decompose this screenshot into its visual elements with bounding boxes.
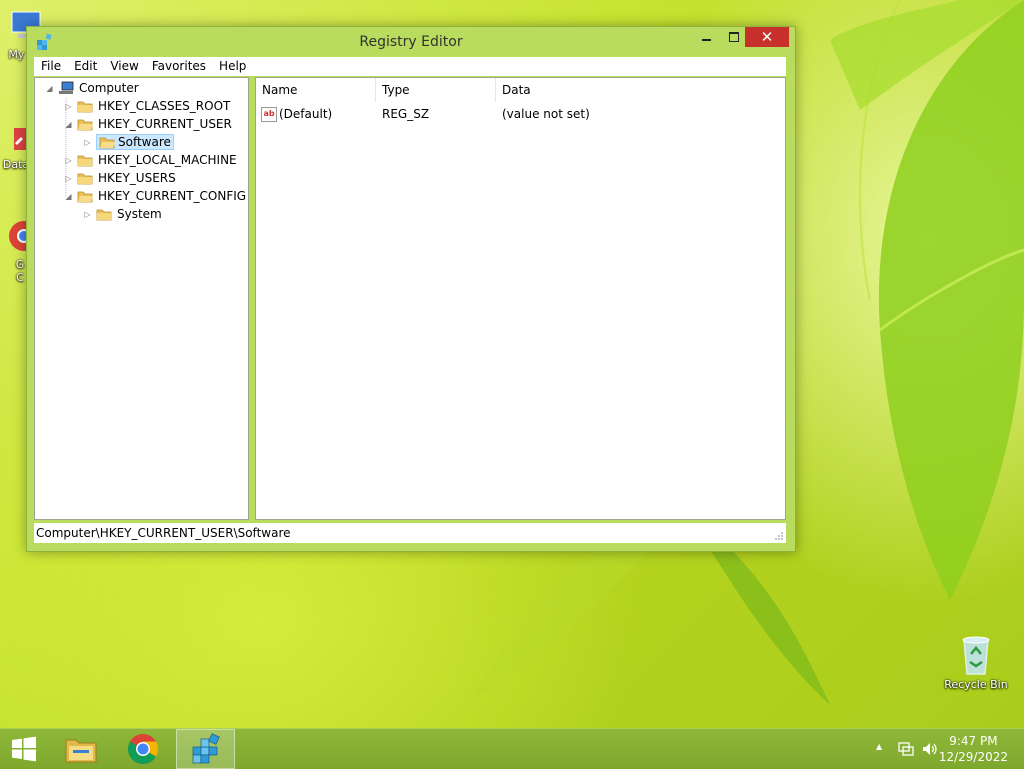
start-button[interactable] (0, 729, 48, 769)
column-header-name[interactable]: Name (256, 78, 376, 102)
value-name: (Default) (279, 107, 333, 121)
file-explorer-icon (65, 739, 97, 763)
taskbar-chrome[interactable] (118, 729, 168, 769)
value-row[interactable]: ab (Default) REG_SZ (value not set) (256, 104, 785, 124)
tree-item-computer[interactable]: ◢ Computer (45, 79, 141, 97)
taskbar: ▲ 9:47 PM 12/29/2022 (0, 728, 1024, 769)
close-button[interactable]: ✕ (745, 27, 789, 47)
recycle-bin-icon (962, 636, 990, 675)
tree-item-hkey-users[interactable]: ▷ HKEY_USERS (64, 169, 178, 187)
expander-icon[interactable]: ◢ (64, 192, 73, 201)
folder-open-icon (77, 119, 93, 131)
taskbar-registry-editor[interactable] (176, 729, 235, 769)
values-list-pane[interactable]: Name Type Data ab (Default) REG_SZ (valu… (255, 77, 786, 520)
chrome-icon (127, 734, 159, 765)
folder-open-icon (77, 191, 93, 203)
folder-icon (77, 173, 93, 185)
string-value-icon: ab (261, 107, 277, 122)
expander-icon[interactable]: ▷ (83, 138, 92, 147)
menu-favorites[interactable]: Favorites (146, 57, 212, 76)
menu-help[interactable]: Help (213, 57, 252, 76)
tree-item-hkey-local-machine[interactable]: ▷ HKEY_LOCAL_MACHINE (64, 151, 239, 169)
status-path: Computer\HKEY_CURRENT_USER\Software (36, 526, 291, 540)
folder-icon (96, 209, 112, 221)
maximize-icon (728, 32, 739, 42)
tree-item-hkey-classes-root[interactable]: ▷ HKEY_CLASSES_ROOT (64, 97, 232, 115)
menu-view[interactable]: View (104, 57, 144, 76)
expander-icon[interactable]: ▷ (83, 210, 92, 219)
desktop-icon-label: G (15, 258, 25, 271)
show-hidden-icons-button[interactable]: ▲ (876, 742, 882, 751)
close-icon: ✕ (760, 28, 774, 46)
resize-grip-icon[interactable] (774, 531, 784, 541)
title-bar[interactable]: Registry Editor ✕ (27, 27, 795, 57)
expander-icon[interactable]: ▷ (64, 174, 73, 183)
tree-item-label: HKEY_CURRENT_USER (98, 117, 232, 131)
tree-item-label: System (117, 207, 162, 221)
tree-item-label: Software (118, 135, 171, 149)
status-bar: Computer\HKEY_CURRENT_USER\Software (34, 523, 786, 543)
tree-item-selected: Software (96, 134, 174, 150)
menu-bar: File Edit View Favorites Help (34, 57, 786, 76)
value-data: (value not set) (502, 107, 590, 121)
value-type: REG_SZ (382, 107, 430, 121)
tree-item-hkey-current-user[interactable]: ◢ HKEY_CURRENT_USER (64, 115, 234, 133)
tree-item-label: HKEY_CURRENT_CONFIG (98, 189, 247, 203)
tree-item-label: HKEY_LOCAL_MACHINE (98, 153, 237, 167)
menu-file[interactable]: File (34, 57, 67, 76)
clock-date: 12/29/2022 (938, 750, 1008, 764)
tree-item-label: HKEY_CLASSES_ROOT (98, 99, 231, 113)
network-icon[interactable] (897, 741, 915, 757)
windows-logo-icon (12, 736, 36, 762)
registry-editor-icon (192, 733, 220, 764)
window-title: Registry Editor (359, 34, 463, 50)
desktop-icon-recycle-bin[interactable]: Recycle Bin (938, 632, 1014, 691)
taskbar-file-explorer[interactable] (56, 729, 106, 769)
tree-item-label: HKEY_USERS (98, 171, 176, 185)
registry-editor-window[interactable]: Registry Editor ✕ File Edit View Favorit… (26, 26, 796, 552)
tree-item-system[interactable]: ▷ System (83, 205, 164, 223)
expander-icon[interactable]: ▷ (64, 156, 73, 165)
minimize-button[interactable] (693, 27, 720, 47)
desktop-icon-label: Recycle Bin (944, 678, 1008, 691)
key-tree-pane[interactable]: ◢ Computer ▷ HKEY_CLASSES_ROOT ◢ HKEY_CU… (34, 77, 249, 520)
expander-icon[interactable]: ◢ (64, 120, 73, 129)
expander-icon[interactable]: ◢ (45, 84, 54, 93)
column-header-type[interactable]: Type (376, 78, 496, 102)
menu-edit[interactable]: Edit (68, 57, 103, 76)
folder-icon (99, 137, 115, 149)
volume-icon[interactable] (921, 741, 939, 757)
maximize-button[interactable] (720, 27, 747, 47)
taskbar-clock[interactable]: 9:47 PM 12/29/2022 (939, 733, 1008, 765)
minimize-icon (702, 39, 711, 41)
tree-item-label: Computer (79, 81, 139, 95)
folder-icon (77, 101, 93, 113)
clock-time: 9:47 PM (949, 734, 998, 748)
tree-item-hkey-current-config[interactable]: ◢ HKEY_CURRENT_CONFIG (64, 187, 248, 205)
expander-icon[interactable]: ▷ (64, 102, 73, 111)
tree-item-software[interactable]: ▷ Software (83, 133, 174, 151)
desktop-icon-label: C (16, 271, 24, 284)
column-header-data[interactable]: Data (496, 78, 785, 102)
folder-icon (77, 155, 93, 167)
computer-icon (59, 81, 74, 94)
